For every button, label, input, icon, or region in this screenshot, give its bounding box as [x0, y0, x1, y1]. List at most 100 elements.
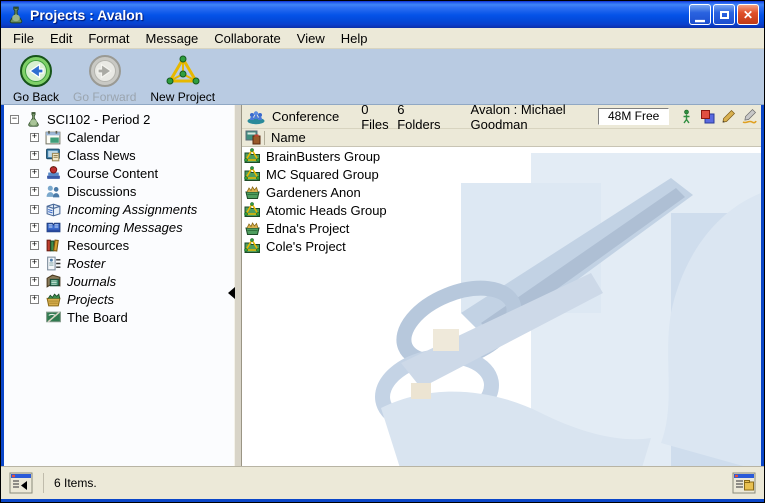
go-back-icon: [19, 54, 53, 88]
expand-toggle-icon[interactable]: +: [30, 223, 39, 232]
list-item-label: Atomic Heads Group: [266, 203, 387, 218]
expand-toggle-icon[interactable]: +: [30, 169, 39, 178]
window-title: Projects : Avalon: [30, 7, 687, 23]
toggle-tree-panel-icon[interactable]: [9, 472, 33, 494]
list-item-label: Edna's Project: [266, 221, 349, 236]
tree-item-incoming-assignments[interactable]: + Incoming Assignments: [6, 200, 234, 218]
status-divider: [43, 473, 44, 493]
new-project-button[interactable]: New Project: [146, 53, 219, 105]
resources-icon: [45, 237, 62, 253]
server-user-label: Avalon : Michael Goodman: [471, 102, 585, 132]
project-folder-icon: [244, 238, 261, 254]
column-divider: [264, 131, 265, 145]
calendar-icon: [45, 129, 62, 145]
go-forward-icon: [88, 54, 122, 88]
expand-toggle-icon[interactable]: +: [30, 241, 39, 250]
conference-label: Conference: [272, 109, 339, 124]
folders-icon[interactable]: [700, 109, 715, 124]
conference-icon: [246, 108, 266, 125]
list-item-label: BrainBusters Group: [266, 149, 380, 164]
list-item-atomic-heads[interactable]: Atomic Heads Group: [242, 201, 761, 219]
tree-item-label: Discussions: [67, 184, 136, 199]
status-bar: 6 Items.: [1, 466, 764, 499]
expand-toggle-icon[interactable]: +: [30, 187, 39, 196]
news-icon: [45, 147, 62, 163]
discussions-icon: [45, 183, 62, 199]
files-count: 0 Files: [361, 102, 389, 132]
list-item-ednas-project[interactable]: Edna's Project: [242, 219, 761, 237]
list-item-gardeners[interactable]: Gardeners Anon: [242, 183, 761, 201]
roster-icon: [45, 255, 62, 271]
menu-help[interactable]: Help: [333, 29, 376, 48]
list-item-coles-project[interactable]: Cole's Project: [242, 237, 761, 255]
messages-icon: [45, 219, 62, 235]
tree-item-label: Resources: [67, 238, 129, 253]
signature-pencil-icon[interactable]: [742, 109, 757, 124]
expand-toggle-icon[interactable]: +: [30, 133, 39, 142]
tree-item-journals[interactable]: + Journals: [6, 272, 234, 290]
header-icon-group: [679, 109, 757, 124]
free-space-indicator: 48M Free: [598, 108, 669, 125]
tree-item-class-news[interactable]: + Class News: [6, 146, 234, 164]
maximize-button[interactable]: [713, 4, 735, 25]
tree-item-label: Incoming Assignments: [67, 202, 197, 217]
tree-root-sci102[interactable]: − SCI102 - Period 2: [6, 110, 234, 128]
list-item-mc-squared[interactable]: MC Squared Group: [242, 165, 761, 183]
go-back-button[interactable]: Go Back: [9, 53, 63, 105]
app-flask-icon: [7, 6, 25, 24]
tree-item-label: Roster: [67, 256, 105, 271]
collapse-toggle-icon[interactable]: −: [10, 115, 19, 124]
tree-item-projects[interactable]: + Projects: [6, 290, 234, 308]
expand-toggle-icon[interactable]: +: [30, 259, 39, 268]
sort-by-name-icon: [245, 130, 262, 145]
tree-item-course-content[interactable]: + Course Content: [6, 164, 234, 182]
name-column-label: Name: [271, 130, 306, 145]
layout-view-icon[interactable]: [732, 472, 756, 494]
list-item-label: Gardeners Anon: [266, 185, 361, 200]
tree-item-label: The Board: [67, 310, 128, 325]
flask-icon: [25, 111, 42, 127]
tree-root-label: SCI102 - Period 2: [47, 112, 150, 127]
menu-file[interactable]: File: [5, 29, 42, 48]
journals-icon: [45, 273, 62, 289]
tree-item-label: Class News: [67, 148, 136, 163]
tree-item-incoming-messages[interactable]: + Incoming Messages: [6, 218, 234, 236]
panel-splitter[interactable]: [234, 105, 242, 466]
minimize-button[interactable]: ▁: [689, 4, 711, 25]
board-icon: [45, 309, 62, 325]
tree-item-resources[interactable]: + Resources: [6, 236, 234, 254]
menu-view[interactable]: View: [289, 29, 333, 48]
collapse-panel-arrow-icon[interactable]: [228, 287, 235, 299]
project-basket-icon: [244, 184, 261, 200]
go-forward-button[interactable]: Go Forward: [69, 53, 140, 105]
pencil-icon[interactable]: [721, 109, 736, 124]
project-basket-icon: [244, 220, 261, 236]
tree-item-calendar[interactable]: + Calendar: [6, 128, 234, 146]
list-item-label: MC Squared Group: [266, 167, 379, 182]
toolbar: Go Back Go Forward New Project: [1, 49, 764, 105]
tree-item-discussions[interactable]: + Discussions: [6, 182, 234, 200]
menu-edit[interactable]: Edit: [42, 29, 80, 48]
project-folder-icon: [244, 202, 261, 218]
expand-toggle-icon[interactable]: +: [30, 295, 39, 304]
expand-toggle-icon[interactable]: +: [30, 205, 39, 214]
expand-toggle-icon[interactable]: +: [30, 277, 39, 286]
project-list: BrainBusters Group MC Squared Group Gard…: [242, 147, 761, 466]
list-item-brainbusters[interactable]: BrainBusters Group: [242, 147, 761, 165]
new-project-icon: [166, 54, 200, 88]
tree-item-roster[interactable]: + Roster: [6, 254, 234, 272]
item-count-label: 6 Items.: [54, 476, 732, 490]
menu-bar: File Edit Format Message Collaborate Vie…: [1, 28, 764, 49]
tree-item-label: Calendar: [67, 130, 120, 145]
expand-toggle-icon[interactable]: +: [30, 151, 39, 160]
menu-format[interactable]: Format: [80, 29, 137, 48]
conference-header: Conference 0 Files 6 Folders Avalon : Mi…: [242, 105, 761, 129]
tree-item-the-board[interactable]: The Board: [6, 308, 234, 326]
menu-collaborate[interactable]: Collaborate: [206, 29, 289, 48]
course-content-icon: [45, 165, 62, 181]
menu-message[interactable]: Message: [138, 29, 207, 48]
close-button[interactable]: ✕: [737, 4, 759, 25]
project-folder-icon: [244, 148, 261, 164]
person-icon[interactable]: [679, 109, 694, 124]
name-column-header[interactable]: Name: [242, 129, 761, 147]
